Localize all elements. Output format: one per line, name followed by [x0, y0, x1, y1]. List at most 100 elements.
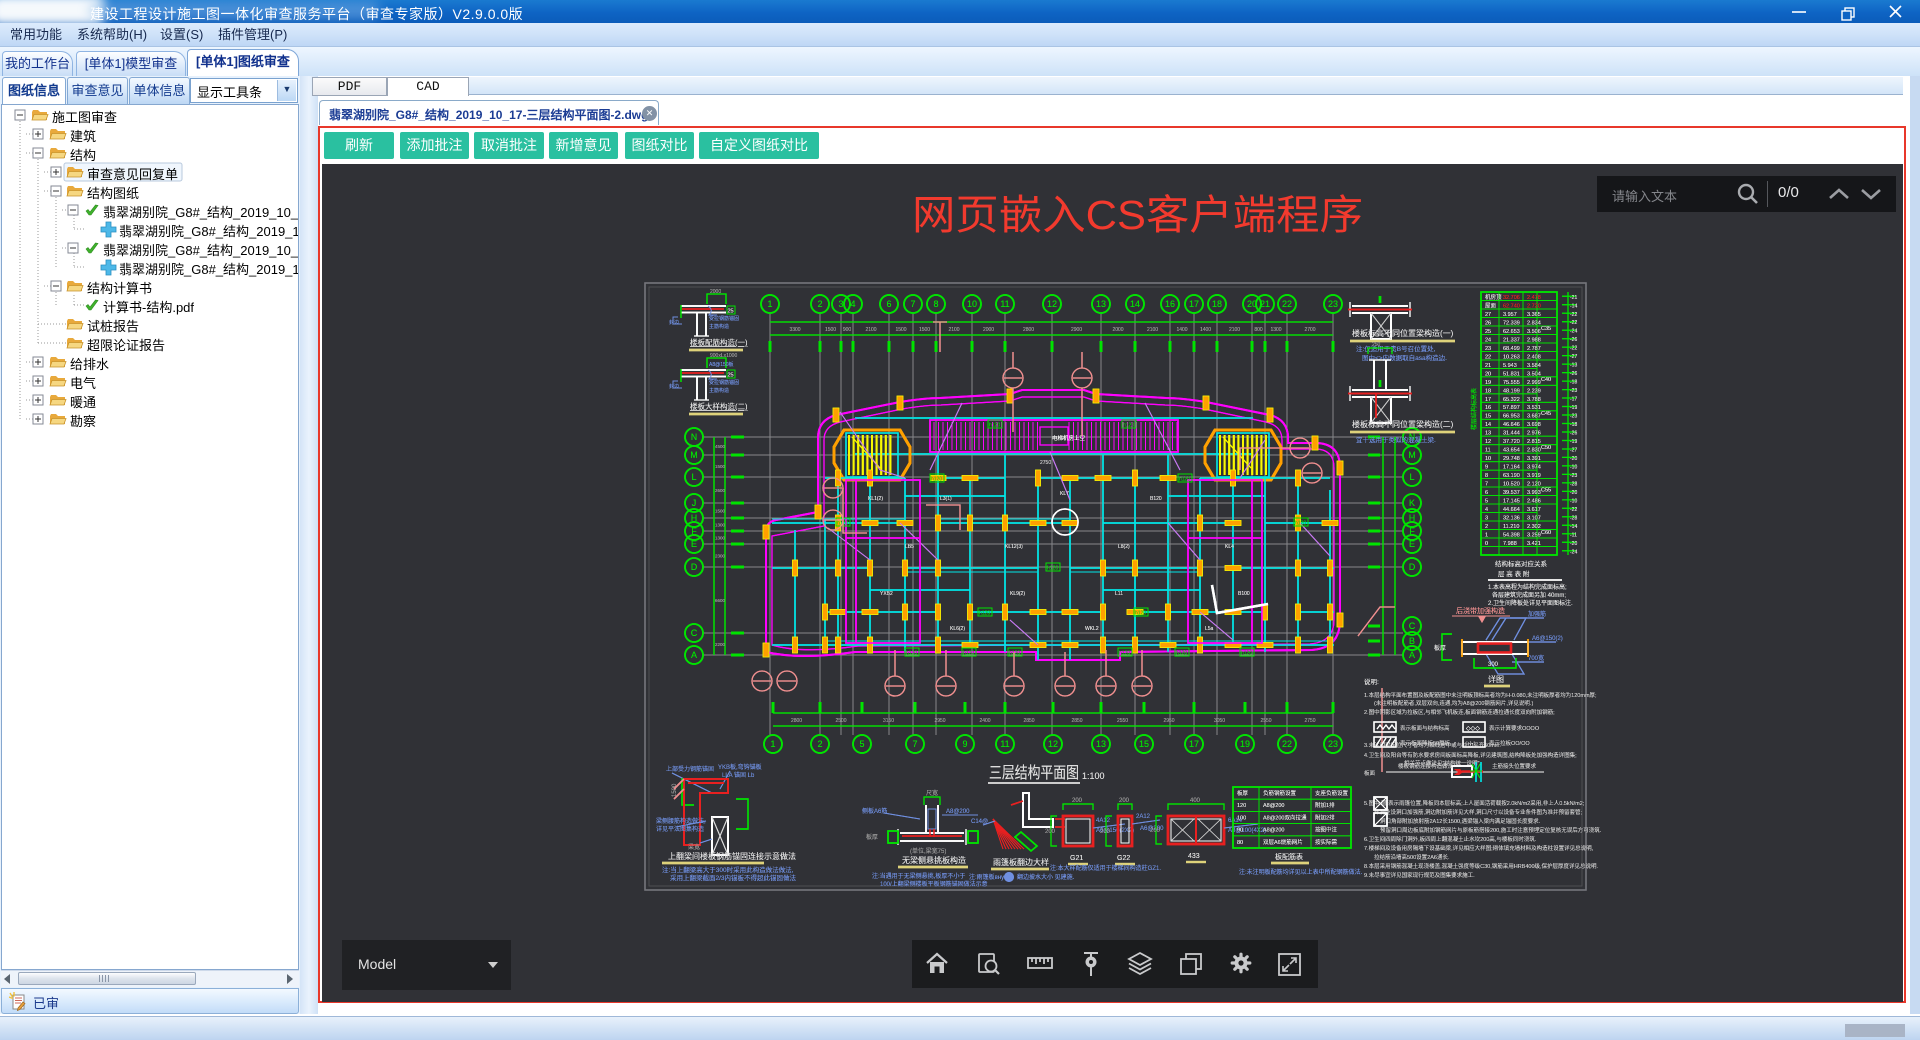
svg-text:-22: -22: [1570, 312, 1577, 318]
svg-text:侧板A6筋: 侧板A6筋: [862, 807, 887, 815]
svg-text:雨篷板翻边大样: 雨篷板翻边大样: [993, 857, 1049, 867]
svg-text:3300: 3300: [789, 327, 800, 333]
svg-text:4500: 4500: [715, 444, 726, 449]
svg-text:G22: G22: [1117, 855, 1130, 862]
svg-text:-21: -21: [1570, 295, 1577, 301]
svg-text:22: 22: [1282, 739, 1292, 749]
svg-text:-28: -28: [1570, 515, 1577, 521]
svg-text:3.974: 3.974: [1527, 465, 1541, 471]
svg-text:LLA 锚固 Lb: LLA 锚固 Lb: [722, 771, 755, 779]
svg-text:700宽: 700宽: [1528, 654, 1544, 662]
svg-text:1:100: 1:100: [1082, 771, 1105, 781]
svg-text:主筋构造: 主筋构造: [709, 387, 729, 394]
svg-text:25: 25: [1485, 329, 1491, 335]
svg-text:14: 14: [1130, 299, 1140, 309]
svg-text:后浇带加强构造: 后浇带加强构造: [1456, 606, 1505, 615]
svg-text:6.卫生间四周除门洞外,板四周上翻混凝土止水坎200高,与楼: 6.卫生间四周除门洞外,板四周上翻混凝土止水坎200高,与楼板同时浇筑.: [1364, 835, 1537, 843]
svg-text:200: 200: [1045, 829, 1056, 835]
svg-text:-14: -14: [1570, 303, 1577, 309]
svg-text:-27: -27: [1570, 354, 1577, 360]
svg-text:-19: -19: [1570, 405, 1577, 411]
svg-text:9.未尽事宜详见国家现行规范及图集要求施工.: 9.未尽事宜详见国家现行规范及图集要求施工.: [1364, 871, 1475, 879]
svg-text:250: 250: [1372, 342, 1381, 348]
svg-text:注:本大样配筋仅适用于楼梯间构造柱GZ1.: 注:本大样配筋仅适用于楼梯间构造柱GZ1.: [1050, 864, 1161, 872]
svg-text:YKB板,弯钩锚板: YKB板,弯钩锚板: [718, 763, 762, 771]
svg-text:2.239: 2.239: [1527, 388, 1541, 394]
svg-text:h120: h120: [989, 423, 1000, 429]
svg-text:封边: 封边: [669, 319, 679, 326]
svg-text:18: 18: [1485, 388, 1491, 394]
svg-text:L3(1): L3(1): [940, 496, 952, 502]
svg-text:12: 12: [1485, 439, 1491, 445]
svg-text:-26: -26: [1570, 371, 1577, 377]
svg-text:上部受力钢筋锚固: 上部受力钢筋锚固: [666, 765, 714, 773]
svg-text:17.164: 17.164: [1503, 465, 1520, 471]
svg-text:19: 19: [1240, 739, 1250, 749]
svg-text:L8(2): L8(2): [1118, 544, 1130, 550]
svg-text:(未注明板配筋者,双层双向,连通,均为A8@200钢筋网片,: (未注明板配筋者,双层双向,连通,均为A8@200钢筋网片,详见说明.): [1374, 699, 1533, 707]
svg-text:2.302: 2.302: [1527, 524, 1541, 530]
svg-text:板配筋表: 板配筋表: [1275, 852, 1303, 861]
svg-text:17: 17: [1189, 739, 1199, 749]
svg-text:20: 20: [1485, 371, 1491, 377]
svg-text:(单位,梁宽75): (单位,梁宽75): [910, 847, 946, 855]
svg-text:按图中注: 按图中注: [1315, 826, 1338, 834]
svg-text:1: 1: [770, 739, 775, 749]
svg-text:h120: h120: [1176, 651, 1187, 657]
svg-text:200: 200: [1119, 798, 1130, 804]
svg-text:2500: 2500: [835, 718, 846, 724]
svg-text:宜十选用于类似的混凝土梁.: 宜十选用于类似的混凝土梁.: [1356, 435, 1436, 444]
svg-text:A8@200双向拉通: A8@200双向拉通: [1263, 813, 1307, 821]
svg-text:2.720: 2.720: [1527, 303, 1541, 309]
svg-text:C: C: [691, 628, 698, 638]
svg-text:拉结筋沿墙高500设置2A6通长.: 拉结筋沿墙高500设置2A6通长.: [1374, 853, 1450, 861]
svg-text:3.698: 3.698: [1527, 422, 1541, 428]
svg-text:B100: B100: [1238, 591, 1250, 597]
svg-text:屋面: 屋面: [1485, 302, 1497, 309]
svg-text:2.120: 2.120: [1527, 482, 1541, 488]
svg-text:2.787: 2.787: [1527, 346, 1541, 352]
svg-text:受拉钢筋锚固: 受拉钢筋锚固: [709, 379, 739, 386]
svg-text:80: 80: [1237, 840, 1243, 846]
svg-text:1: 1: [767, 299, 772, 309]
svg-text:2: 2: [817, 299, 822, 309]
svg-text:h120: h120: [1179, 477, 1190, 483]
svg-text:1300: 1300: [715, 523, 726, 528]
svg-text:300: 300: [1488, 662, 1499, 668]
svg-text:-28: -28: [1570, 481, 1577, 487]
svg-text:5.图中 ▨ 表示雨篷位置,降板同本层标高;上人屋面活荷载按: 5.图中 ▨ 表示雨篷位置,降板同本层标高;上人屋面活荷载按2.0kN/m2采用…: [1364, 799, 1585, 807]
svg-text:D: D: [1409, 562, 1416, 572]
svg-text:结构标高对应关系: 结构标高对应关系: [1495, 559, 1548, 568]
svg-text:-23: -23: [1570, 388, 1577, 394]
svg-text:900: 900: [843, 327, 852, 333]
svg-text:h120: h120: [1119, 651, 1130, 657]
svg-text:68.499: 68.499: [1503, 346, 1520, 352]
svg-text:120: 120: [1237, 803, 1246, 809]
svg-text:54.398: 54.398: [1503, 533, 1520, 539]
svg-text:三层结构平面图: 三层结构平面图: [989, 764, 1079, 782]
svg-text:1300: 1300: [715, 536, 726, 541]
svg-text:2750: 2750: [1304, 718, 1315, 724]
svg-text:2300: 2300: [715, 554, 726, 559]
svg-text:8.本层采用钢筋混凝土现浇楼盖,混凝土强度等级C30,钢筋采: 8.本层采用钢筋混凝土现浇楼盖,混凝土强度等级C30,钢筋采用HRB400级,保…: [1364, 862, 1599, 870]
svg-text:0: 0: [1485, 541, 1488, 547]
svg-text:1500: 1500: [895, 327, 906, 333]
svg-text:h120: h120: [1123, 423, 1134, 429]
svg-text:6600: 6600: [715, 598, 726, 603]
svg-text:G21: G21: [1070, 855, 1083, 862]
svg-text:详图: 详图: [1488, 674, 1504, 684]
svg-text:1500: 1500: [715, 509, 726, 514]
svg-text:L: L: [691, 472, 696, 482]
svg-text:13: 13: [1096, 739, 1106, 749]
svg-text:板厚: 板厚: [1237, 789, 1249, 797]
svg-text:2700: 2700: [1304, 327, 1315, 333]
svg-text:-13: -13: [1570, 363, 1577, 369]
svg-text:433: 433: [1188, 853, 1200, 860]
svg-text:h120: h120: [906, 651, 917, 657]
svg-text:2.830: 2.830: [1527, 448, 1541, 454]
svg-text:C55: C55: [1541, 487, 1551, 493]
svg-text:1300: 1300: [1270, 327, 1281, 333]
svg-text:注:未注明板配筋均详见以上表中所配钢筋做法.: 注:未注明板配筋均详见以上表中所配钢筋做法.: [1239, 868, 1363, 876]
svg-text:72.339: 72.339: [1503, 320, 1520, 326]
svg-text:400: 400: [1190, 798, 1201, 804]
